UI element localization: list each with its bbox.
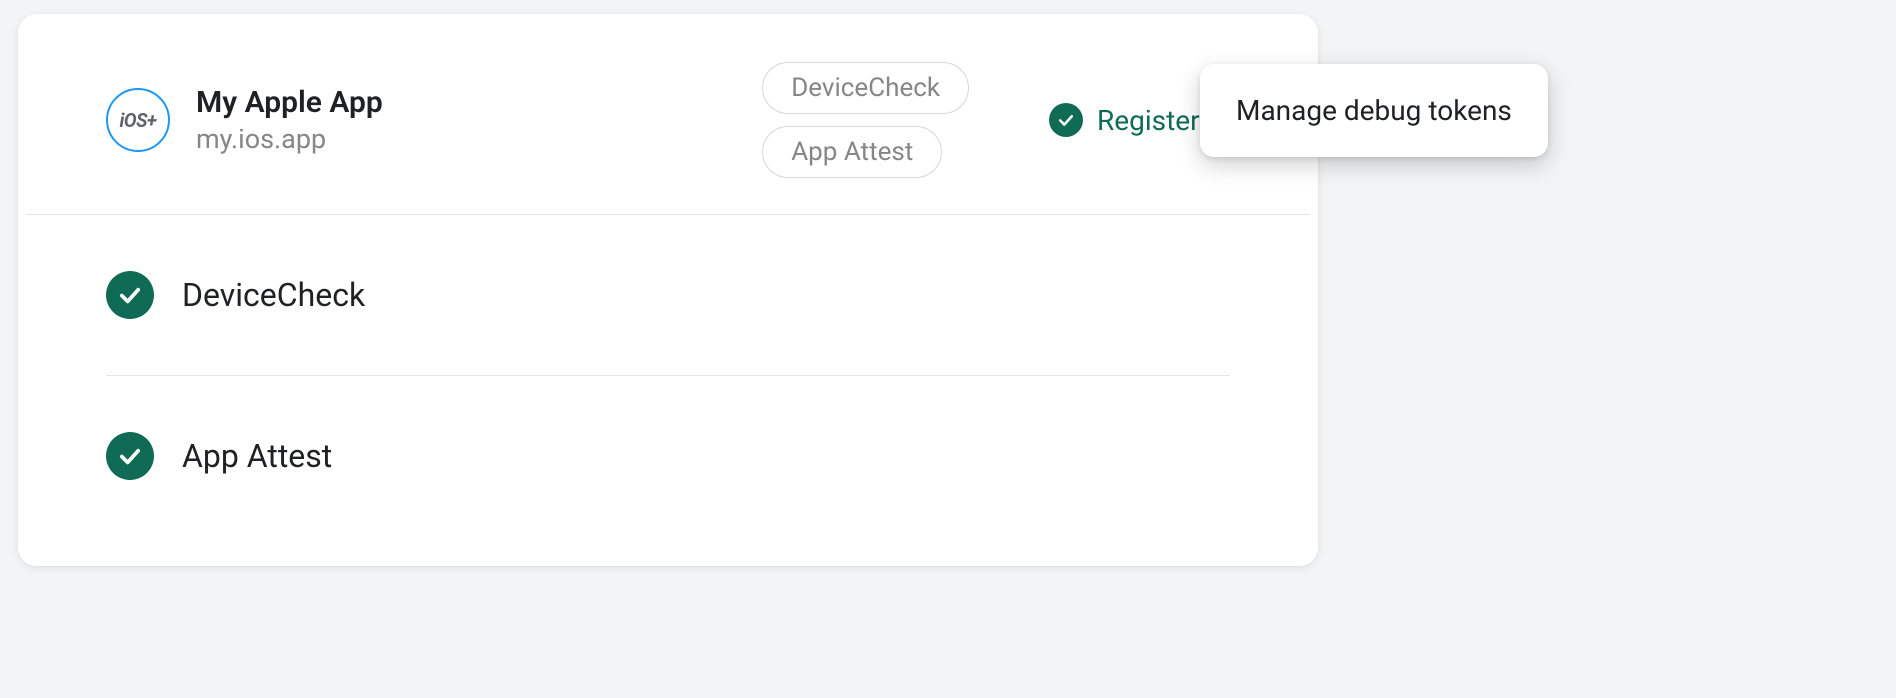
ios-plus-icon-label: iOS+ — [120, 109, 157, 132]
app-bundle-id: my.ios.app — [196, 123, 383, 155]
provider-list: DeviceCheck App Attest — [18, 215, 1318, 536]
ios-plus-icon: iOS+ — [106, 88, 170, 152]
provider-name: DeviceCheck — [182, 276, 365, 314]
check-circle-icon — [1049, 103, 1083, 137]
provider-row-app-attest[interactable]: App Attest — [106, 376, 1230, 536]
chip-app-attest[interactable]: App Attest — [762, 126, 942, 178]
manage-debug-tokens-menu-item[interactable]: Manage debug tokens — [1200, 64, 1548, 157]
check-circle-icon — [106, 432, 154, 480]
provider-row-devicecheck[interactable]: DeviceCheck — [106, 215, 1230, 376]
check-circle-icon — [106, 271, 154, 319]
app-info: My Apple App my.ios.app — [196, 85, 383, 155]
chip-devicecheck[interactable]: DeviceCheck — [762, 62, 969, 114]
provider-chips: DeviceCheck App Attest — [722, 62, 969, 178]
provider-name: App Attest — [182, 437, 332, 475]
app-header: iOS+ My Apple App my.ios.app DeviceCheck… — [26, 14, 1310, 215]
menu-item-label: Manage debug tokens — [1236, 94, 1512, 127]
app-card: iOS+ My Apple App my.ios.app DeviceCheck… — [18, 14, 1318, 566]
app-name: My Apple App — [196, 85, 383, 121]
